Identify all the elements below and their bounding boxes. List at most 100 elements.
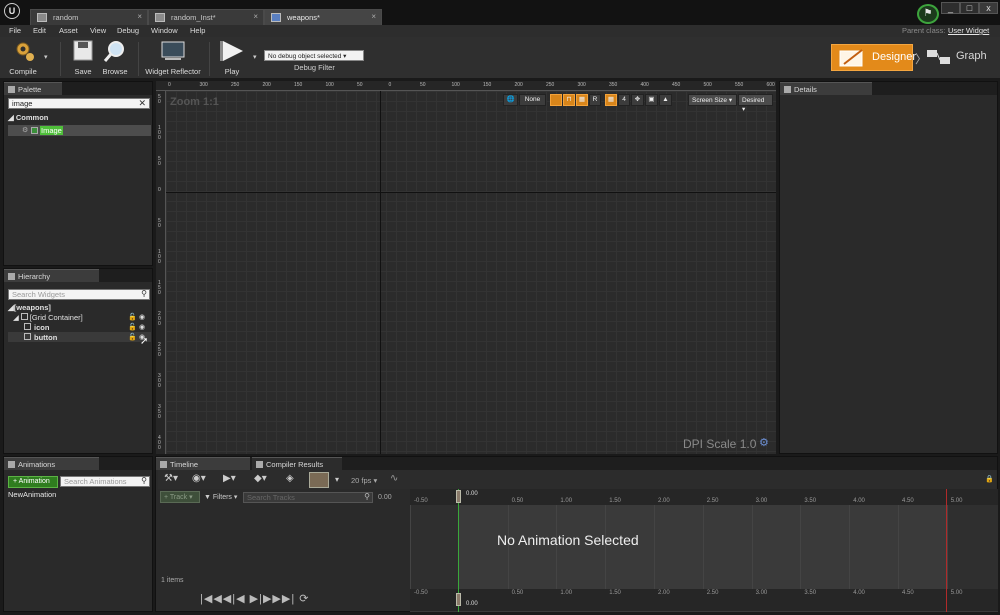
- tab-hierarchy[interactable]: Hierarchy: [4, 269, 99, 282]
- designer-mode-button[interactable]: Designer: [831, 44, 916, 71]
- auto-key-icon[interactable]: ◈: [286, 473, 294, 484]
- hierarchy-search-input[interactable]: Search Widgets ⚲: [8, 289, 150, 300]
- origin-axis-horizontal: [166, 192, 776, 193]
- curve-editor-icon[interactable]: ∿: [390, 473, 398, 484]
- filters-dropdown[interactable]: ▼ Filters ▾: [204, 493, 237, 501]
- image-preview-icon[interactable]: ▣: [645, 94, 658, 106]
- tab-animations[interactable]: Animations: [4, 457, 99, 470]
- menu-view[interactable]: View: [90, 26, 106, 35]
- wrench-icon[interactable]: ⚒▾: [164, 473, 178, 484]
- close-icon[interactable]: ×: [137, 12, 142, 21]
- add-track-button[interactable]: + Track ▾: [160, 491, 200, 503]
- loop-icon[interactable]: ⟳: [295, 593, 309, 605]
- localization-preview-dropdown[interactable]: None: [519, 94, 546, 106]
- fps-dropdown[interactable]: 20 fps ▾: [351, 476, 377, 485]
- search-tracks-input[interactable]: Search Tracks ⚲: [243, 492, 373, 503]
- tab-compiler-results[interactable]: Compiler Results: [252, 457, 342, 470]
- clear-search-icon[interactable]: ✕: [138, 98, 146, 108]
- tab-weapons[interactable]: weapons* ×: [264, 9, 382, 25]
- tree-item-button[interactable]: button: [24, 333, 57, 342]
- close-icon[interactable]: ×: [253, 12, 258, 21]
- grid-snap-value[interactable]: 4: [618, 94, 630, 106]
- unreal-logo-icon: U: [4, 3, 20, 19]
- play-icon[interactable]: ▶: [246, 593, 260, 605]
- compile-button[interactable]: Compile: [4, 40, 42, 76]
- minimize-button[interactable]: _: [941, 2, 960, 14]
- snap-toggle-icon[interactable]: [309, 472, 329, 488]
- parent-class-link[interactable]: User Widget: [948, 26, 989, 35]
- graph-mode-button[interactable]: Graph: [922, 44, 994, 71]
- ruler-tick-label: 0: [158, 187, 161, 193]
- playhead-handle-bottom[interactable]: [456, 593, 461, 606]
- visibility-eye-icon[interactable]: ◉: [139, 313, 145, 321]
- browse-button[interactable]: Browse: [100, 40, 130, 76]
- palette-search-input[interactable]: image ✕: [8, 98, 150, 109]
- tree-item-icon[interactable]: icon: [24, 323, 49, 332]
- step-back-icon[interactable]: ◀|: [223, 593, 236, 605]
- playhead-time-label: 0.00: [466, 491, 478, 497]
- current-time-display[interactable]: 0.00: [378, 494, 392, 501]
- jump-end-icon[interactable]: ▶▶|: [272, 593, 295, 605]
- play-reverse-icon[interactable]: ◀: [236, 593, 245, 605]
- lock-icon[interactable]: ⊓: [563, 94, 575, 106]
- sequencer-track-area[interactable]: 0.00 0.00 -0.50 0.50 1.00 1.50 2.00 2.50 3.00 3…: [410, 489, 998, 612]
- play-label: Play: [224, 67, 240, 76]
- show-outline-toggle[interactable]: [550, 94, 562, 106]
- eye-icon[interactable]: ◉▾: [192, 473, 206, 484]
- animation-list-item[interactable]: NewAnimation: [8, 490, 56, 499]
- play-button[interactable]: Play: [218, 40, 246, 76]
- lock-icon[interactable]: 🔓: [128, 333, 137, 341]
- maximize-button[interactable]: □: [960, 2, 979, 14]
- ruler-tick-label: 50: [357, 82, 363, 88]
- palette-item-image[interactable]: ⚙ Image: [8, 125, 151, 136]
- play-options-arrow-icon[interactable]: ▾: [253, 53, 257, 61]
- globe-icon[interactable]: 🌐: [503, 94, 518, 106]
- lock-icon[interactable]: 🔓: [128, 313, 137, 321]
- tab-palette[interactable]: Palette: [4, 82, 62, 95]
- desired-size-dropdown[interactable]: Desired ▾: [738, 94, 773, 113]
- menu-help[interactable]: Help: [190, 26, 205, 35]
- save-button[interactable]: Save: [70, 40, 96, 76]
- tab-timeline[interactable]: Timeline: [156, 457, 250, 470]
- transform-icon[interactable]: ✥: [631, 94, 644, 106]
- playback-options-icon[interactable]: ▶▾: [223, 473, 236, 484]
- playback-controls[interactable]: |◀◀◀|◀ ▶|▶▶▶| ⟳: [200, 592, 309, 605]
- button-widget-icon: [24, 333, 31, 340]
- menu-edit[interactable]: Edit: [33, 26, 46, 35]
- palette-category-common[interactable]: ◢ Common: [8, 113, 48, 122]
- debug-object-select[interactable]: No debug object selected ▾: [264, 50, 364, 61]
- menu-file[interactable]: File: [9, 26, 21, 35]
- menu-debug[interactable]: Debug: [117, 26, 139, 35]
- translate-button[interactable]: R: [589, 94, 601, 106]
- ruler-tick-label: 150: [158, 280, 161, 296]
- step-forward-icon[interactable]: |▶: [259, 593, 272, 605]
- tab-random[interactable]: random ×: [30, 9, 148, 25]
- playhead-handle[interactable]: [456, 490, 461, 503]
- compile-options-arrow-icon[interactable]: ▾: [44, 53, 48, 61]
- screen-size-dropdown[interactable]: Screen Size ▾: [688, 94, 737, 106]
- dpi-scale-label: DPI Scale 1.0: [683, 437, 757, 451]
- jump-start-icon[interactable]: |◀◀: [200, 593, 223, 605]
- designer-viewport[interactable]: 0 300 250 200 150 100 50 0 50 100 150 200 250 300 350 4…: [156, 81, 776, 454]
- grid-snap-icon[interactable]: ▦: [605, 94, 617, 106]
- menu-window[interactable]: Window: [151, 26, 178, 35]
- close-window-button[interactable]: x: [979, 2, 998, 14]
- widget-reflector-button[interactable]: Widget Reflector: [144, 40, 202, 76]
- add-animation-button[interactable]: + Animation: [8, 476, 58, 488]
- gear-icon[interactable]: ⚙: [759, 438, 770, 449]
- respect-locks-icon[interactable]: ▦: [576, 94, 588, 106]
- key-icon[interactable]: ◆▾: [254, 473, 267, 484]
- source-control-icon[interactable]: ⚑: [917, 4, 939, 24]
- mountain-icon[interactable]: ▲: [659, 94, 672, 106]
- visibility-eye-icon[interactable]: ◉: [139, 323, 145, 331]
- lock-icon[interactable]: 🔒: [985, 475, 994, 483]
- tab-random-inst[interactable]: random_Inst* ×: [148, 9, 264, 25]
- tree-item-weapons[interactable]: ◢[weapons]: [8, 303, 51, 312]
- snap-options-arrow-icon[interactable]: ▾: [335, 475, 339, 484]
- lock-icon[interactable]: 🔓: [128, 323, 137, 331]
- tree-item-grid-container[interactable]: ◢ [Grid Container]: [13, 313, 83, 322]
- animation-search-input[interactable]: Search Animations ⚲: [60, 476, 150, 487]
- close-icon[interactable]: ×: [371, 12, 376, 21]
- tab-details[interactable]: Details: [780, 82, 872, 95]
- menu-asset[interactable]: Asset: [59, 26, 78, 35]
